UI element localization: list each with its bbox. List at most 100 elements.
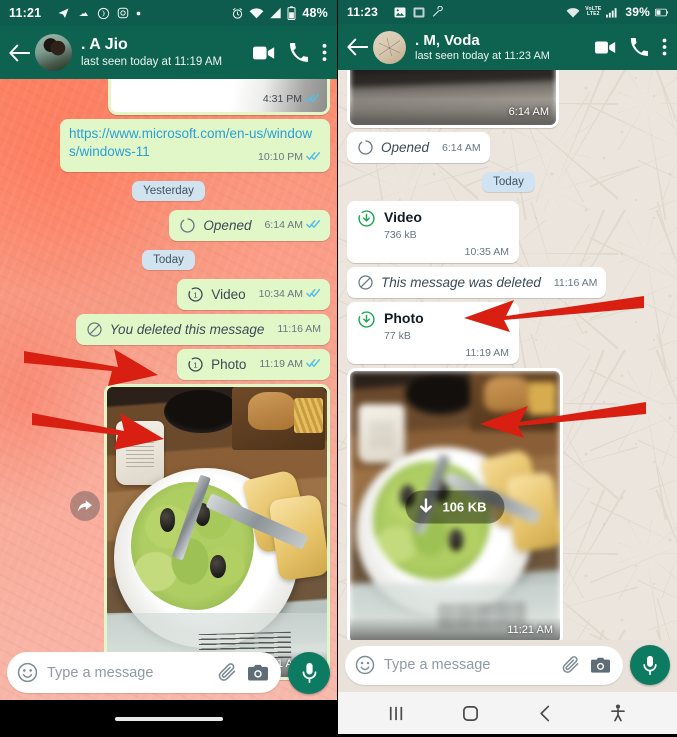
message-meta: 6:14 AM [509,102,549,120]
message-row[interactable]: 4:31 PM [7,79,330,115]
recents-key[interactable] [375,698,419,728]
instagram-icon [117,7,129,19]
message-row[interactable]: Opened 6:14 AM [347,132,670,163]
message-input-placeholder[interactable]: Type a message [384,657,552,673]
date-divider: Yesterday [132,180,205,201]
mic-button[interactable] [288,651,330,694]
read-receipt-icon [306,288,321,301]
photo-download-card[interactable]: Photo 77 kB 11:19 AM [347,302,519,364]
contact-avatar[interactable] [35,34,72,71]
right-status-bar: 11:23 VoLTE LTE2 39% [338,0,677,24]
download-view-once-icon[interactable] [357,310,376,329]
home-key[interactable] [449,698,493,728]
gesture-home-pill[interactable] [114,716,223,721]
view-once-opened-message[interactable]: Opened 6:14 AM [347,132,490,163]
chat-title-block[interactable]: . M, Voda last seen today at 11:23 AM [415,32,589,63]
file-size: 77 kB [384,330,411,342]
message-time: 11:16 AM [553,276,598,289]
message-row[interactable]: You deleted this message 11:16 AM [7,313,330,345]
wifi-icon [249,7,264,19]
overflow-menu-icon[interactable] [662,38,667,56]
message-row[interactable]: 6:14 AM [347,70,670,128]
camera-icon[interactable] [590,656,611,675]
message-row[interactable]: Photo 77 kB 11:19 AM [347,302,670,364]
contact-status: last seen today at 11:19 AM [81,55,223,68]
video-call-icon[interactable] [253,45,275,61]
svg-text:1: 1 [193,360,197,369]
video-call-icon[interactable] [595,40,616,55]
message-row[interactable]: 106 KB 11:21 AM [347,368,670,640]
deleted-message[interactable]: This message was deleted 11:16 AM [347,267,607,298]
message-row[interactable]: 1 Photo 11:19 AM [7,348,330,380]
message-meta: 10:34 AM [259,288,321,301]
view-once-opened-icon [357,139,374,156]
right-chat-area[interactable]: 6:14 AM Opened 6:14 AM Today Video 736 k… [338,70,677,640]
message-meta: 11:21 AM [507,620,553,638]
accessibility-key[interactable] [596,698,640,728]
date-divider-row: Today [7,249,330,270]
food-photo [107,386,327,677]
deleted-message[interactable]: You deleted this message 11:16 AM [75,313,330,345]
voice-call-icon[interactable] [630,38,648,56]
emoji-icon[interactable] [355,655,375,675]
link-message[interactable]: https://www.microsoft.com/en-us/windows/… [60,119,330,172]
left-input-bar[interactable]: Type a message [0,647,337,700]
message-row[interactable]: 1 Video 10:34 AM [7,278,330,310]
back-key[interactable] [522,698,566,728]
read-receipt-icon [306,358,321,371]
message-input-placeholder[interactable]: Type a message [47,665,208,681]
message-time: 11:19 AM [259,358,303,371]
message-row[interactable]: This message was deleted 11:16 AM [347,267,670,298]
video-download-card[interactable]: Video 736 kB 10:35 AM [347,201,519,263]
attach-icon[interactable] [217,662,238,683]
left-gesture-nav-bar [0,700,337,737]
view-once-video-message[interactable]: 1 Video 10:34 AM [177,278,330,310]
message-input-container[interactable]: Type a message [7,652,281,693]
alarm-icon [231,7,244,20]
message-time: 10:34 AM [258,288,303,301]
contact-name: . A Jio [81,36,128,54]
forward-icon[interactable] [70,491,100,521]
read-receipt-icon [306,148,321,166]
left-chat-area[interactable]: 4:31 PM https://www.microsoft.com/en-us/… [0,79,337,700]
message-time: 6:14 AM [442,141,481,154]
message-row[interactable]: https://www.microsoft.com/en-us/windows/… [7,119,330,172]
overflow-menu-icon[interactable] [322,43,327,62]
view-once-photo-message[interactable]: 1 Photo 11:19 AM [177,348,330,380]
voice-call-icon[interactable] [289,43,308,62]
message-row[interactable]: Video 736 kB 10:35 AM [347,201,670,263]
read-receipt-icon [306,219,321,232]
message-input-container[interactable]: Type a message [345,645,623,685]
file-size: 736 kB [384,229,417,241]
chat-title-block[interactable]: . A Jio last seen today at 11:19 AM [81,36,247,69]
status-bar-clock: 11:23 [347,5,379,19]
message-row[interactable]: 11:21 AM [7,383,330,680]
download-view-once-icon[interactable] [357,209,376,228]
view-once-opened-message[interactable]: Opened 6:14 AM [169,209,330,241]
battery-icon [287,6,296,20]
message-label: Video [211,286,246,302]
image-message-partial[interactable]: 4:31 PM [108,79,330,115]
contact-avatar[interactable] [373,30,406,64]
emoji-icon[interactable] [17,662,38,683]
message-row[interactable]: Opened 6:14 AM [7,209,330,241]
view-once-icon: 1 [187,356,204,373]
message-label: Opened [381,140,430,155]
image-icon [394,7,406,18]
image-message-undownloaded[interactable]: 106 KB 11:21 AM [347,368,563,640]
message-time: 6:14 AM [508,106,549,118]
download-button[interactable]: 106 KB [405,490,505,524]
date-divider: Today [482,172,535,192]
right-input-bar[interactable]: Type a message [338,640,677,692]
back-button[interactable] [6,40,32,66]
image-message-partial[interactable]: 6:14 AM [347,70,559,128]
image-message[interactable]: 11:21 AM [104,383,330,680]
read-receipt-icon [305,93,320,106]
back-button[interactable] [344,34,370,60]
attach-icon[interactable] [561,655,581,675]
message-time: 10:35 AM [464,246,509,258]
right-nav-bar [338,692,677,734]
battery-icon [655,8,668,17]
camera-icon[interactable] [247,663,269,683]
mic-button[interactable] [630,645,670,685]
